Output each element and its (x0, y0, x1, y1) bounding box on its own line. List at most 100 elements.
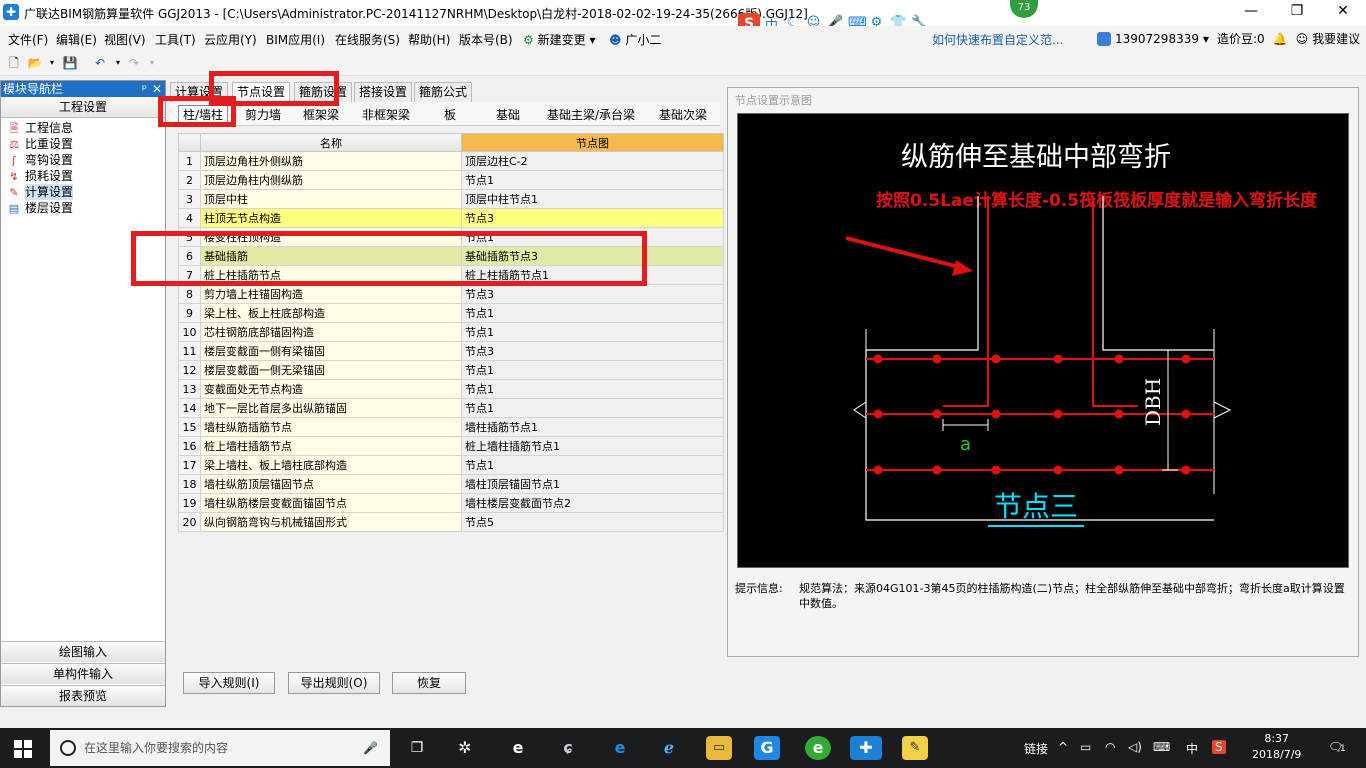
nav-section-project-settings[interactable]: 工程设置 (1, 97, 165, 118)
row-node[interactable]: 节点1 (461, 455, 724, 475)
row-node[interactable]: 节点1 (461, 398, 724, 418)
menu-file[interactable]: 文件(F) (8, 31, 48, 48)
task-view-icon[interactable]: ❐ (404, 736, 430, 760)
subtab-foundation[interactable]: 基础 (496, 106, 520, 123)
table-row[interactable]: 14 地下一层比首层多出纵筋锚固 节点1 (178, 398, 724, 418)
suggest-link[interactable]: 我要建议 (1312, 30, 1360, 47)
new-file-icon[interactable]: 🗋 (6, 56, 22, 70)
tab-lap-settings[interactable]: 搭接设置 (354, 82, 413, 102)
menu-view[interactable]: 视图(V) (104, 31, 146, 48)
row-node[interactable]: 墙柱楼层变截面节点2 (461, 493, 724, 513)
maximize-button[interactable]: ❐ (1274, 0, 1320, 24)
subtab-foundation-secondary-beam[interactable]: 基础次梁 (659, 106, 707, 123)
menu-version[interactable]: 版本号(B) (459, 31, 513, 48)
nav-item-density[interactable]: ⚖ 比重设置 (1, 136, 165, 152)
row-node[interactable]: 节点1 (461, 227, 724, 247)
menu-new-change[interactable]: ⚙ 新建变更 ▾ (523, 31, 595, 48)
table-row[interactable]: 16 桩上墙柱插筋节点 桩上墙柱插筋节点1 (178, 436, 724, 456)
taskbar-search-box[interactable]: 在这里输入你要搜索的内容 🎤 (50, 730, 390, 766)
table-row[interactable]: 18 墙柱纵筋顶层锚固节点 墙柱顶层锚固节点1 (178, 474, 724, 494)
row-node[interactable]: 节点1 (461, 322, 724, 342)
sogou-tray-icon[interactable]: S (1212, 740, 1226, 754)
subtab-frame-beam[interactable]: 框架梁 (303, 106, 339, 123)
chevron-up-icon[interactable]: ^ (1058, 740, 1068, 754)
open-dropdown-icon[interactable]: ▾ (44, 56, 60, 70)
table-row[interactable]: 8 剪力墙上柱锚固构造 节点3 (178, 284, 724, 304)
export-rules-button[interactable]: 导出规则(O) (288, 672, 380, 694)
row-node[interactable]: 桩上柱插筋节点1 (461, 265, 724, 285)
fan-app-icon[interactable]: ✲ (452, 736, 478, 760)
menu-cloud[interactable]: 云应用(Y) (204, 31, 257, 48)
row-node[interactable]: 节点5 (461, 512, 724, 532)
row-node[interactable]: 桩上墙柱插筋节点1 (461, 436, 724, 456)
nav-item-calc-settings[interactable]: ✎ 计算设置 (1, 184, 165, 200)
restore-button[interactable]: 恢复 (392, 672, 466, 694)
redo-dropdown-icon[interactable]: ▾ (144, 56, 160, 70)
spiral-app-icon[interactable]: ɕ (555, 736, 581, 760)
table-row[interactable]: 12 楼层变截面一侧无梁锚固 节点1 (178, 360, 724, 380)
nav-item-hook[interactable]: ʃ 弯钩设置 (1, 152, 165, 168)
nav-item-project-info[interactable]: 🗎 工程信息 (1, 120, 165, 136)
minimize-button[interactable]: — (1228, 0, 1274, 24)
ie-icon[interactable]: ℯ (656, 736, 682, 760)
green-app-icon[interactable]: e (805, 736, 831, 760)
table-row[interactable]: 9 梁上柱、板上柱底部构造 节点1 (178, 303, 724, 323)
windows-start-icon[interactable] (14, 740, 32, 758)
row-node[interactable]: 节点1 (461, 170, 724, 190)
wifi-icon[interactable]: ◠ (1105, 740, 1115, 754)
close-button[interactable]: ✕ (1320, 0, 1366, 24)
taskbar-clock[interactable]: 8:37 2018/7/9 (1252, 731, 1301, 763)
menu-help[interactable]: 帮助(H) (408, 31, 450, 48)
table-row[interactable]: 5 楼变柱柱顶构造 节点1 (178, 227, 724, 247)
table-row[interactable]: 17 梁上墙柱、板上墙柱底部构造 节点1 (178, 455, 724, 475)
pin-icon[interactable]: ᵖ (142, 81, 147, 97)
battery-icon[interactable]: ▭ (1080, 740, 1091, 754)
subtab-foundation-main-beam[interactable]: 基础主梁/承台梁 (547, 106, 635, 123)
tab-stirrup-settings[interactable]: 箍筋设置 (294, 82, 353, 102)
subtab-nonframe-beam[interactable]: 非框架梁 (362, 106, 410, 123)
table-row[interactable]: 6 基础插筋 基础插筋节点3 (178, 246, 724, 266)
import-rules-button[interactable]: 导入规则(I) (183, 672, 275, 694)
taskbar-mic-icon[interactable]: 🎤 (363, 730, 378, 766)
table-row[interactable]: 2 顶层边角柱内侧纵筋 节点1 (178, 170, 724, 190)
row-node[interactable]: 基础插筋节点3 (461, 246, 724, 266)
ime-tray-label[interactable]: 中 (1186, 740, 1198, 757)
row-node[interactable]: 节点3 (461, 341, 724, 361)
glodon-ggj-icon[interactable]: ✚ (850, 736, 882, 760)
bell-icon[interactable]: 🔔 (1273, 32, 1288, 46)
menu-edit[interactable]: 编辑(E) (56, 31, 97, 48)
nav-item-loss[interactable]: ↯ 损耗设置 (1, 168, 165, 184)
subtab-column[interactable]: 柱/墙柱 (178, 105, 229, 124)
nav-item-floor-settings[interactable]: ▤ 楼层设置 (1, 200, 165, 216)
menu-assistant[interactable]: ☻ 广小二 (609, 31, 661, 48)
row-node[interactable]: 墙柱插筋节点1 (461, 417, 724, 437)
subtab-slab[interactable]: 板 (444, 106, 456, 123)
open-folder-icon[interactable]: 📂 (27, 56, 43, 70)
notes-app-icon[interactable]: ✎ (902, 736, 928, 760)
table-row[interactable]: 13 变截面处无节点构造 节点1 (178, 379, 724, 399)
ie-browser-icon[interactable]: e (505, 736, 531, 760)
row-node[interactable]: 节点1 (461, 303, 724, 323)
row-node[interactable]: 顶层中柱节点1 (461, 189, 724, 209)
file-explorer-icon[interactable]: ▭ (706, 736, 732, 760)
redo-icon[interactable]: ↷ (126, 56, 142, 70)
volume-icon[interactable]: ◁) (1128, 740, 1142, 754)
row-node[interactable]: 节点1 (461, 360, 724, 380)
keyboard-tray-icon[interactable]: ⌨ (1153, 740, 1170, 754)
nav-single-input[interactable]: 单构件输入 (1, 663, 165, 684)
row-node[interactable]: 节点1 (461, 379, 724, 399)
glodon-g-icon[interactable]: G (754, 736, 780, 760)
table-row[interactable]: 19 墙柱纵筋楼层变截面锚固节点 墙柱楼层变截面节点2 (178, 493, 724, 513)
table-row[interactable]: 7 桩上柱插筋节点 桩上柱插筋节点1 (178, 265, 724, 285)
table-row[interactable]: 3 顶层中柱 顶层中柱节点1 (178, 189, 724, 209)
tab-calc-settings[interactable]: 计算设置 (170, 82, 229, 102)
row-node[interactable]: 节点3 (461, 284, 724, 304)
tab-stirrup-formula[interactable]: 箍筋公式 (414, 82, 473, 102)
edge-browser-icon[interactable]: e (607, 736, 633, 760)
table-row[interactable]: 4 柱顶无节点构造 节点3 (178, 208, 724, 228)
menu-bim[interactable]: BIM应用(I) (266, 31, 325, 48)
taskbar-link-label[interactable]: 链接 (1024, 740, 1048, 757)
row-node[interactable]: 顶层边柱C-2 (461, 151, 724, 171)
undo-icon[interactable]: ↶ (92, 56, 108, 70)
menu-online[interactable]: 在线服务(S) (335, 31, 400, 48)
